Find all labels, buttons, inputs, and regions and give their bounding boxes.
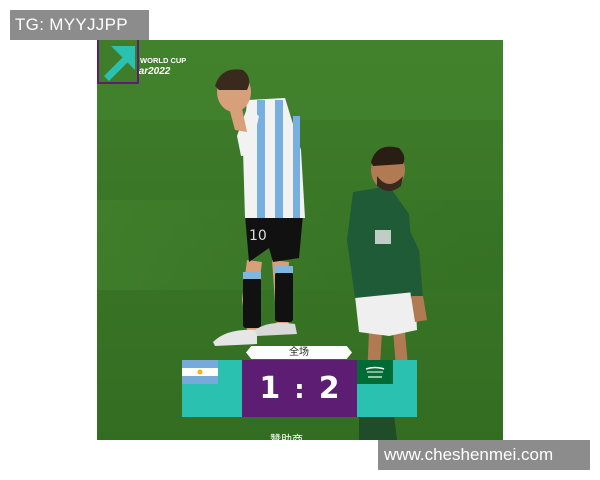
bottom-watermark: www.cheshenmei.com: [378, 440, 590, 470]
scoreboard: 全场 1:2: [182, 346, 417, 418]
match-period: 全场: [246, 346, 352, 359]
away-score: 2: [318, 371, 340, 406]
argentina-flag-icon: [182, 360, 218, 384]
saudi-arabia-flag-icon: [357, 360, 393, 384]
top-watermark: TG: MYYJJPP: [10, 10, 149, 40]
svg-text:10: 10: [249, 228, 267, 244]
sponsor-label: 赞助商: [270, 434, 303, 440]
arrow-up-right-icon: [97, 40, 139, 84]
score-separator: :: [294, 375, 305, 405]
score-display: 1:2: [242, 360, 357, 417]
match-photo: 10 FIFA WORLD CUP Qatar2022 全场 1: 2 赞助商: [97, 40, 503, 440]
away-team-panel: [357, 360, 417, 417]
home-team-panel: [182, 360, 242, 417]
home-score: 1: [259, 371, 281, 406]
